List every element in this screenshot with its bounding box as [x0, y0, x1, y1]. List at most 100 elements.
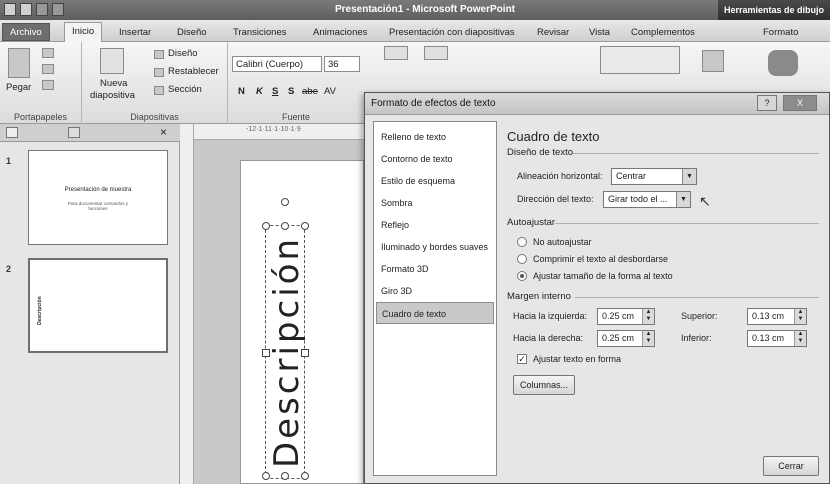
slide[interactable]: Descripción [240, 160, 364, 484]
vertical-ruler [180, 124, 194, 484]
resize-handle[interactable] [301, 222, 309, 230]
new-slide-label-2[interactable]: diapositiva [90, 90, 135, 101]
save-icon[interactable] [20, 3, 32, 16]
copy-icon[interactable] [42, 64, 54, 74]
shadow-button[interactable]: S [288, 86, 294, 97]
clipboard-group-label: Portapapeles [13, 112, 68, 122]
bold-button[interactable]: N [238, 86, 245, 97]
tab-diseno[interactable]: Diseño [170, 24, 214, 41]
spinner-icon[interactable]: ▲ ▼ [642, 309, 654, 324]
strikethrough-button[interactable]: abe [302, 86, 318, 97]
numbering-icon[interactable] [424, 46, 448, 60]
tab-transiciones[interactable]: Transiciones [226, 24, 294, 41]
resize-shape-radio[interactable] [517, 271, 527, 281]
tab-revisar[interactable]: Revisar [530, 24, 576, 41]
horizontal-alignment-value: Centrar [616, 171, 647, 181]
resize-handle[interactable] [262, 222, 270, 230]
quick-styles-icon[interactable] [768, 50, 798, 76]
text-direction-label: Dirección del texto: [517, 194, 594, 204]
slides-pane: × 1 Presentación de muestra Para documen… [0, 124, 180, 484]
resize-shape-label: Ajustar tamaño de la forma al texto [533, 271, 673, 281]
tab-complementos[interactable]: Complementos [624, 24, 702, 41]
bullets-icon[interactable] [384, 46, 408, 60]
category-item[interactable]: Reflejo [376, 214, 494, 236]
format-painter-icon[interactable] [42, 80, 54, 90]
bottom-margin-input[interactable]: 0.13 cm ▲ ▼ [747, 330, 807, 347]
resize-handle[interactable] [301, 472, 309, 480]
slide-thumbnail-2[interactable]: Descripción [28, 258, 168, 353]
no-autofit-radio[interactable] [517, 237, 527, 247]
shapes-gallery-icon[interactable] [600, 46, 680, 74]
category-item[interactable]: Formato 3D [376, 258, 494, 280]
text-layout-section: Diseño de texto [507, 147, 574, 158]
slides-tab-icon[interactable] [6, 127, 18, 138]
cut-icon[interactable] [42, 48, 54, 58]
chevron-down-icon[interactable]: ▼ [682, 169, 696, 184]
category-item[interactable]: Iluminado y bordes suaves [376, 236, 494, 258]
resize-handle[interactable] [281, 222, 289, 230]
spinner-icon[interactable]: ▲ ▼ [642, 331, 654, 346]
tab-inicio[interactable]: Inicio [64, 22, 103, 43]
layout-button[interactable]: Diseño [168, 48, 198, 59]
spinner-icon[interactable]: ▲ ▼ [794, 309, 806, 324]
dialog-title: Formato de efectos de texto [371, 98, 496, 109]
redo-icon[interactable] [52, 3, 64, 16]
new-slide-label-1[interactable]: Nueva [100, 78, 127, 89]
shrink-on-overflow-radio[interactable] [517, 254, 527, 264]
tab-vista[interactable]: Vista [582, 24, 617, 41]
reset-button[interactable]: Restablecer [168, 66, 219, 77]
shrink-on-overflow-label: Comprimir el texto al desbordarse [533, 254, 669, 264]
tab-presentacion[interactable]: Presentación con diapositivas [382, 24, 522, 41]
slide-canvas: Descripción [194, 140, 364, 484]
spinner-icon[interactable]: ▲ ▼ [794, 331, 806, 346]
tab-insertar[interactable]: Insertar [112, 24, 158, 41]
undo-icon[interactable] [36, 3, 48, 16]
resize-handle[interactable] [262, 472, 270, 480]
category-item[interactable]: Contorno de texto [376, 148, 494, 170]
clipboard-group: Pegar Portapapeles [0, 42, 82, 124]
text-direction-value: Girar todo el ... [608, 194, 668, 204]
close-button[interactable]: Cerrar [763, 456, 819, 476]
slides-pane-tabs: × [0, 124, 180, 142]
category-item-selected[interactable]: Cuadro de texto [376, 302, 494, 324]
powerpoint-icon[interactable] [4, 3, 16, 16]
vertical-slide-text[interactable]: Descripción [267, 232, 307, 472]
text-direction-select[interactable]: Girar todo el ... ▼ [603, 191, 691, 208]
tab-archivo[interactable]: Archivo [2, 23, 50, 41]
resize-handle[interactable] [281, 472, 289, 480]
underline-button[interactable]: S [272, 86, 278, 97]
character-spacing-button[interactable]: AV [324, 86, 336, 97]
close-icon[interactable]: X [783, 95, 817, 111]
category-item[interactable]: Sombra [376, 192, 494, 214]
section-icon [154, 86, 164, 95]
font-size-select[interactable]: 36 [324, 56, 360, 72]
left-margin-input[interactable]: 0.25 cm ▲ ▼ [597, 308, 655, 325]
new-slide-icon[interactable] [100, 48, 124, 74]
category-item[interactable]: Relleno de texto [376, 126, 494, 148]
category-item[interactable]: Giro 3D [376, 280, 494, 302]
paste-icon[interactable] [8, 48, 30, 78]
slide-thumbnail-1[interactable]: Presentación de muestra Para documentar … [28, 150, 168, 245]
chevron-down-icon[interactable]: ▼ [676, 192, 690, 207]
columns-button[interactable]: Columnas... [513, 375, 575, 395]
top-margin-input[interactable]: 0.13 cm ▲ ▼ [747, 308, 807, 325]
italic-button[interactable]: K [256, 86, 263, 97]
section-button[interactable]: Sección [168, 84, 202, 95]
tab-formato[interactable]: Formato [756, 24, 805, 41]
autofit-section: Autoajustar [507, 217, 556, 228]
rotation-handle[interactable] [281, 198, 289, 206]
close-pane-icon[interactable]: × [160, 125, 167, 139]
arrange-icon[interactable] [702, 50, 724, 72]
bottom-margin-label: Inferior: [681, 333, 712, 343]
font-name-select[interactable]: Calibri (Cuerpo) [232, 56, 322, 72]
tab-animaciones[interactable]: Animaciones [306, 24, 374, 41]
help-button[interactable]: ? [757, 95, 777, 111]
vertical-text-box[interactable]: Descripción [262, 198, 309, 480]
paste-label[interactable]: Pegar [6, 82, 31, 93]
slides-group: Nueva diapositiva Diseño Restablecer Sec… [82, 42, 228, 124]
wrap-text-checkbox[interactable]: ✓ [517, 354, 527, 364]
outline-tab-icon[interactable] [68, 127, 80, 138]
right-margin-input[interactable]: 0.25 cm ▲ ▼ [597, 330, 655, 347]
category-item[interactable]: Estilo de esquema [376, 170, 494, 192]
horizontal-alignment-select[interactable]: Centrar ▼ [611, 168, 697, 185]
